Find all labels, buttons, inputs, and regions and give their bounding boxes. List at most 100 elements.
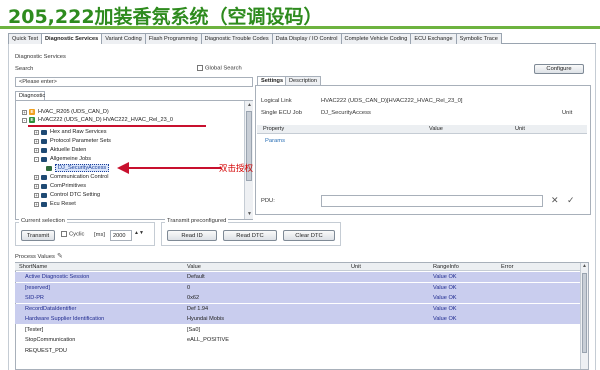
folder-icon [41, 129, 47, 135]
scroll-thumb[interactable] [582, 273, 587, 353]
ecu-icon: E [29, 109, 35, 115]
scroll-up-icon[interactable]: ▲ [247, 102, 252, 108]
service-tree: + E HVAC_R205 (UDS_CAN_D) - E HVAC222 (U… [15, 100, 253, 220]
pdu-input[interactable] [321, 195, 543, 207]
tree-node[interactable]: + Aktuelle Daten [34, 146, 86, 154]
table-row[interactable]: StopCommunication eALL_POSITIVE [15, 335, 585, 345]
read-dtc-button[interactable]: Read DTC [223, 230, 277, 241]
read-id-button[interactable]: Read ID [167, 230, 217, 241]
cell-name: StopCommunication [25, 337, 76, 343]
single-ecu-job-value: DJ_SecurityAccess [321, 110, 371, 116]
expand-icon[interactable]: + [34, 138, 39, 144]
eraser-icon[interactable]: ✎ [57, 252, 63, 260]
tree-node[interactable]: + Protocol Parameter Sets [34, 137, 111, 145]
cell-name: Active Diagnostic Session [25, 274, 90, 280]
column-unit: Unit [351, 264, 361, 270]
clear-dtc-button[interactable]: Clear DTC [283, 230, 335, 241]
tree-node[interactable]: + Communication Control [34, 173, 108, 181]
process-values-scrollbar[interactable]: ▲ [580, 263, 588, 369]
folder-icon [41, 174, 47, 180]
table-row[interactable]: REQUEST_PDU [15, 346, 585, 356]
cell-name: [reserved] [25, 284, 50, 291]
tab-symbolic-trace[interactable]: Symbolic Trace [455, 33, 502, 44]
table-row[interactable]: [reserved] 0 Value OK [15, 282, 585, 293]
transmit-preconfigured-label: Transmit preconfigured [165, 218, 229, 224]
tab-quick-test[interactable]: Quick Test [8, 33, 43, 44]
transmit-button[interactable]: Transmit [21, 230, 55, 241]
configure-button[interactable]: Configure [534, 64, 584, 74]
table-row[interactable]: Active Diagnostic Session Default Value OK [15, 272, 585, 282]
global-search-option[interactable]: Global Search [197, 65, 242, 72]
tab-data-display[interactable]: Data Display / IO Control [271, 33, 342, 44]
title-banner: 205,222加装香氛系统（空调设码） [0, 0, 600, 30]
collapse-icon[interactable]: - [22, 117, 27, 123]
expand-icon[interactable]: + [34, 174, 39, 180]
clear-icon[interactable]: ✕ [551, 195, 559, 206]
expand-icon[interactable]: + [34, 129, 39, 135]
folder-icon [41, 192, 47, 198]
table-row[interactable]: Hardware Supplier Identification Hyundai … [15, 314, 585, 324]
tree-node[interactable]: - E HVAC222 (UDS_CAN_D) HVAC222_HVAC_Rel… [22, 116, 173, 124]
tab-flash-programming[interactable]: Flash Programming [144, 33, 202, 44]
cell-value: eALL_POSITIVE [187, 337, 229, 343]
tree-node[interactable]: + ComPrimitives [34, 182, 86, 190]
banner-title: 205,222加装香氛系统（空调设码） [8, 6, 323, 28]
scroll-up-icon[interactable]: ▲ [582, 263, 587, 269]
tab-complete-vehicle-coding[interactable]: Complete Vehicle Coding [340, 33, 412, 44]
cycle-time-input[interactable]: 2000 [110, 230, 132, 241]
table-row[interactable]: SID-PR 0x62 Value OK [15, 293, 585, 303]
diagnostic-services-panel: Diagnostic Services Search Global Search… [8, 44, 596, 370]
cell-name: Hardware Supplier Identification [25, 316, 105, 322]
ms-label: [ms] [94, 232, 105, 238]
red-underline [28, 125, 206, 127]
expand-icon[interactable]: + [34, 192, 39, 198]
tab-variant-coding[interactable]: Variant Coding [101, 33, 146, 44]
folder-icon [41, 156, 47, 162]
tree-node-selected[interactable]: DJ_SecurityAccess [46, 164, 110, 172]
cell-value: 0 [187, 284, 191, 291]
column-property: Property [263, 126, 285, 132]
cell-name: SID-PR [25, 295, 44, 301]
tab-diagnostic-trouble-codes[interactable]: Diagnostic Trouble Codes [200, 33, 273, 44]
expand-icon[interactable]: + [34, 147, 39, 153]
cell-name: REQUEST_PDU [25, 347, 67, 354]
cyclic-checkbox[interactable] [61, 231, 67, 237]
unit-label: Unit [562, 110, 573, 116]
current-selection-label: Current selection [19, 218, 67, 224]
tree-tab-diagnostic[interactable]: Diagnostic [15, 91, 45, 100]
global-search-checkbox[interactable] [197, 65, 203, 71]
global-search-label: Global Search [205, 65, 242, 72]
tree-node[interactable]: + Control DTC Setting [34, 191, 100, 199]
params-row[interactable]: Params [265, 138, 285, 144]
folder-icon [41, 138, 47, 144]
main-tab-bar: Quick Test Diagnostic Services Variant C… [8, 33, 596, 44]
search-input[interactable]: <Please enter> [15, 77, 253, 87]
tree-node[interactable]: + Hex and Raw Services [34, 128, 107, 136]
cell-range: Value OK [433, 316, 457, 322]
cyclic-option[interactable]: Cyclic [61, 231, 84, 238]
scroll-down-icon[interactable]: ▼ [247, 211, 252, 217]
expand-icon[interactable]: + [22, 109, 27, 115]
tab-description[interactable]: Description [285, 76, 321, 85]
cell-range: Value OK [433, 295, 457, 301]
table-row[interactable]: [Tester] [Sa0] [15, 325, 585, 335]
tree-node[interactable]: + Ecu Reset [34, 200, 76, 208]
annotation-arrow-icon [117, 162, 221, 174]
column-shortname: ShortName [19, 264, 48, 270]
collapse-icon[interactable]: - [34, 156, 39, 162]
expand-icon[interactable]: + [34, 201, 39, 207]
tree-scrollbar[interactable]: ▲ ▼ [244, 101, 253, 219]
stepper-icon[interactable]: ▲▼ [134, 230, 144, 236]
tab-diagnostic-services[interactable]: Diagnostic Services [41, 33, 103, 44]
table-row[interactable]: RecordDataIdentifier Def 1.94 Value OK [15, 303, 585, 314]
tab-ecu-exchange[interactable]: ECU Exchange [410, 33, 457, 44]
tree-node[interactable]: - Allgemeine Jobs [34, 155, 91, 163]
column-error: Error [501, 264, 514, 270]
section-label: Diagnostic Services [15, 54, 66, 60]
tree-node[interactable]: + E HVAC_R205 (UDS_CAN_D) [22, 108, 109, 116]
tab-settings[interactable]: Settings [257, 76, 288, 85]
confirm-icon[interactable]: ✓ [567, 195, 575, 206]
pdu-label: PDU: [261, 198, 275, 204]
cell-range: Value OK [433, 305, 457, 312]
expand-icon[interactable]: + [34, 183, 39, 189]
